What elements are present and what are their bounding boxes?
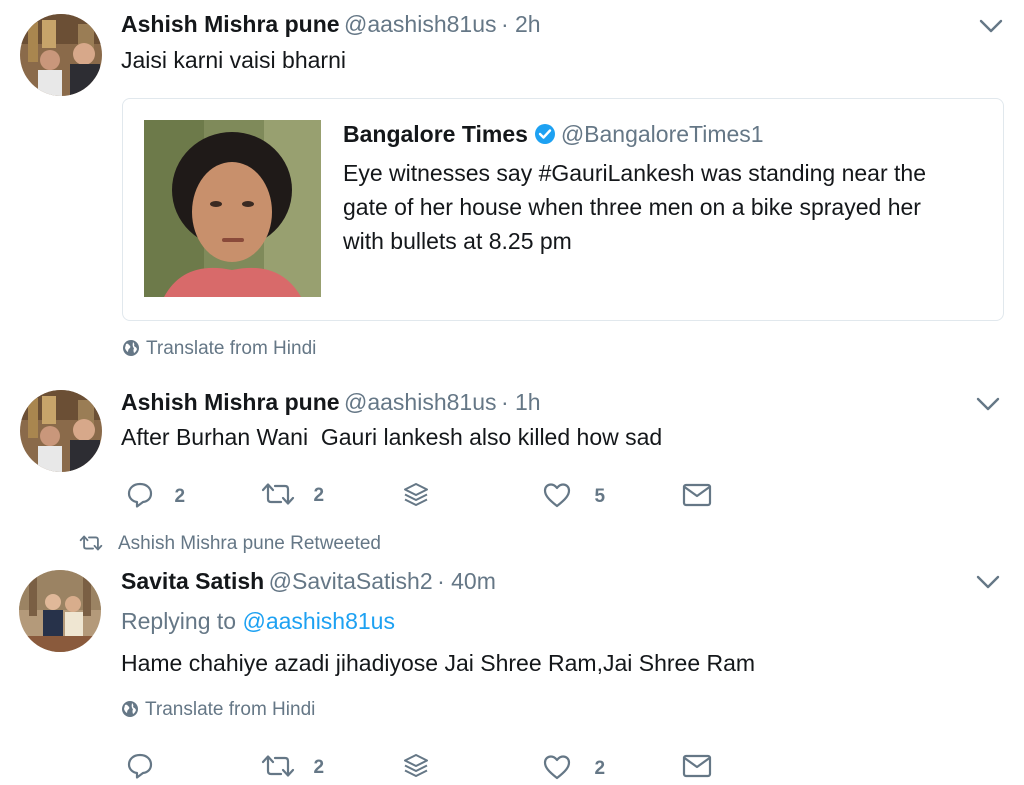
retweet-count: 2 [313,485,325,506]
reply-icon [127,753,153,779]
reply-icon [127,482,153,508]
translate-link[interactable]: Translate from Hindi [121,699,315,721]
chevron-down-icon[interactable] [975,396,1001,412]
author-handle[interactable]: @SavitaSatish2 [269,568,433,594]
retweet-icon [261,755,295,777]
direct-message-button[interactable] [682,754,712,783]
reply-count: 2 [174,486,186,507]
tweet-text: Jaisi karni vaisi bharni [121,47,346,73]
mail-icon [682,754,712,778]
tweet: Ashish Mishra pune @aashish81us · 2h Jai… [0,0,1024,370]
quoted-tweet[interactable]: Bangalore Times @BangaloreTimes1 Eye wit… [122,98,1004,321]
stack-icon [404,483,428,506]
author-handle[interactable]: @aashish81us [344,11,497,37]
retweet-context[interactable]: Ashish Mishra pune Retweeted [78,533,381,555]
globe-icon [123,340,139,356]
retweet-button[interactable]: 2 [261,481,324,507]
verified-icon [535,124,556,144]
tweet-text: Hame chahiye azadi jihadiyose Jai Shree … [121,650,756,676]
quoted-author-handle[interactable]: @BangaloreTimes1 [561,121,764,147]
author-handle[interactable]: @aashish81us [344,389,497,415]
retweet-count: 2 [313,757,325,778]
avatar[interactable] [19,570,101,652]
reply-button[interactable]: 2 [126,481,185,509]
tweet-time[interactable]: · 2h [501,11,541,37]
tweet-text: After Burhan Wani Gauri lankesh also kil… [121,424,663,450]
like-count: 2 [594,758,606,779]
globe-icon [122,701,138,717]
retweet-icon [79,535,103,551]
tweet-time[interactable]: · 1h [501,389,541,415]
like-count: 5 [594,486,606,507]
heart-icon [543,483,571,508]
stack-icon [404,754,428,777]
add-to-moment-button[interactable] [402,752,430,785]
tweet: Ashish Mishra pune @aashish81us · 1h Aft… [0,378,1024,518]
like-button[interactable]: 2 [542,753,605,781]
avatar[interactable] [20,14,102,96]
add-to-moment-button[interactable] [402,481,430,514]
author-name[interactable]: Ashish Mishra pune [121,389,340,415]
avatar[interactable] [20,390,102,472]
like-button[interactable]: 5 [542,481,605,509]
retweet-icon [261,483,295,505]
heart-icon [543,755,571,780]
chevron-down-icon[interactable] [975,574,1001,590]
retweet-button[interactable]: 2 [261,753,324,779]
reply-button[interactable] [126,752,154,785]
quoted-author-name[interactable]: Bangalore Times [343,121,528,147]
direct-message-button[interactable] [682,483,712,512]
replying-to-link[interactable]: @aashish81us [242,608,395,634]
mail-icon [682,483,712,507]
tweet-time[interactable]: · 40m [437,568,496,594]
quoted-tweet-image [144,120,321,297]
translate-link[interactable]: Translate from Hindi [122,338,316,360]
author-name[interactable]: Savita Satish [121,568,264,594]
tweet: Ashish Mishra pune Retweeted Savita Sati… [0,528,1024,785]
replying-to: Replying to @aashish81us [121,608,395,634]
author-name[interactable]: Ashish Mishra pune [121,11,340,37]
quoted-tweet-text: Eye witnesses say #GauriLankesh was stan… [343,160,926,254]
chevron-down-icon[interactable] [978,18,1004,34]
